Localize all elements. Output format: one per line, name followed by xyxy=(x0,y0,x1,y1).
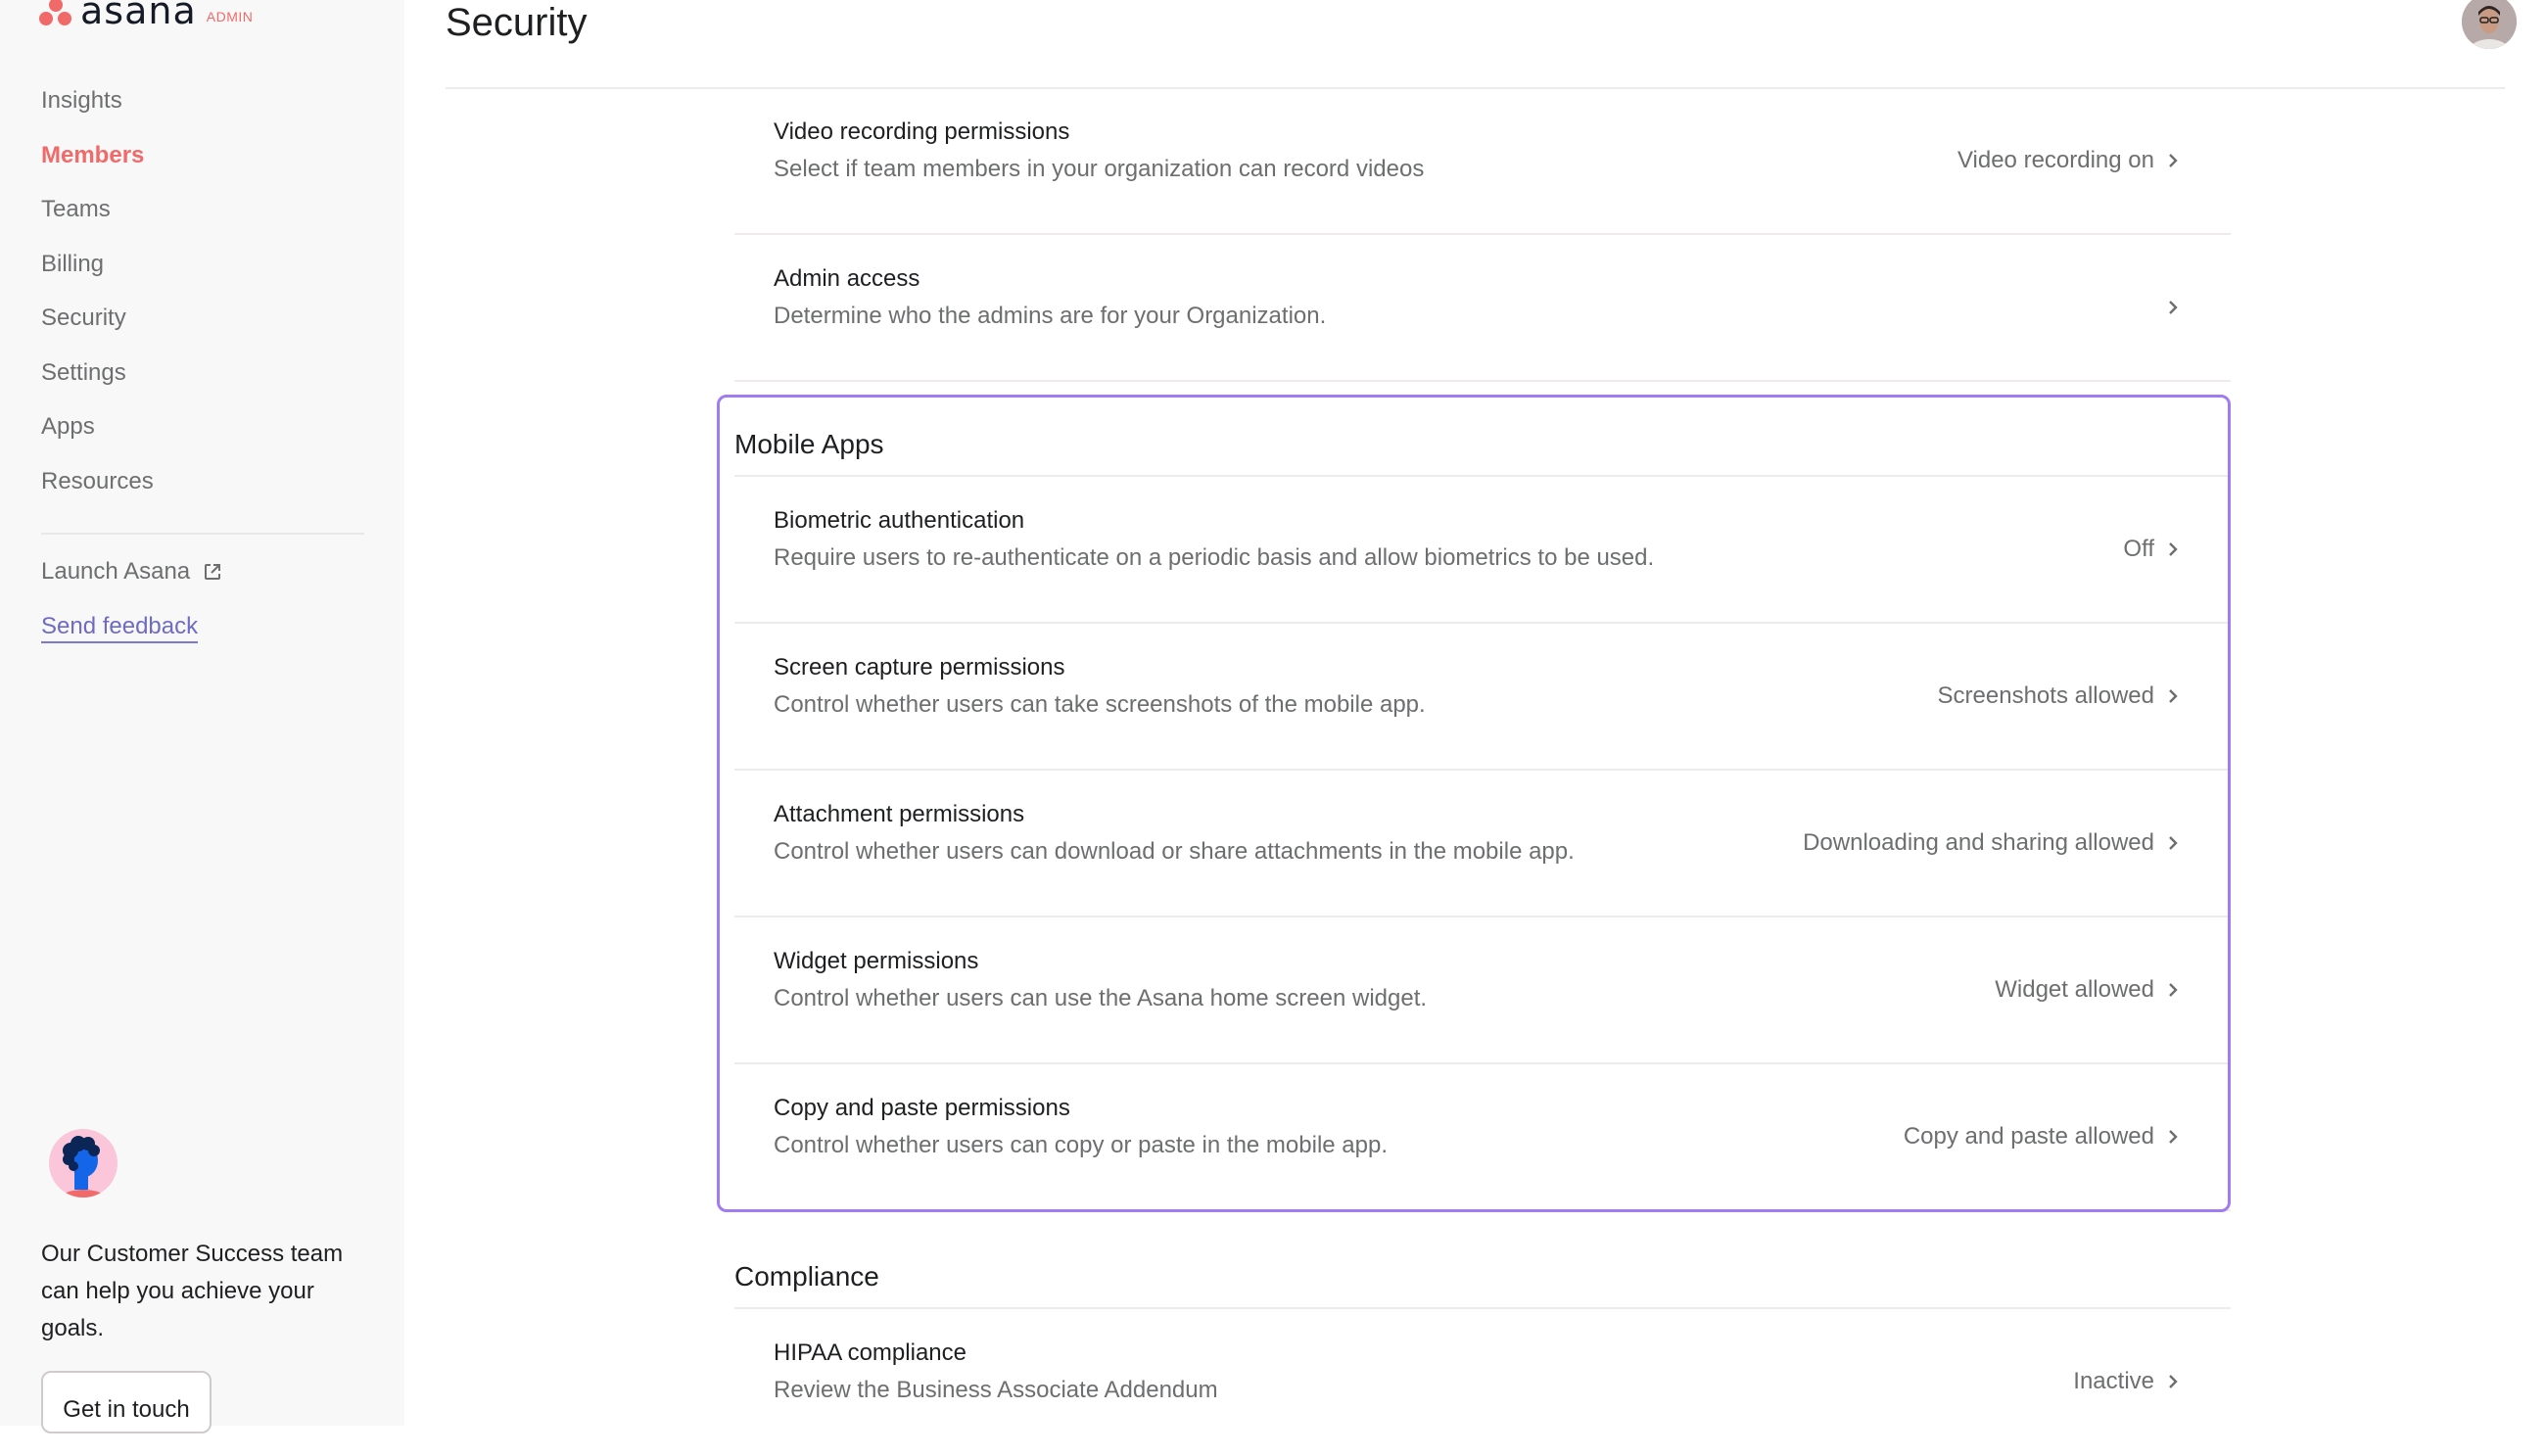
setting-row-widget-permissions[interactable]: Widget permissions Control whether users… xyxy=(734,917,2231,1064)
setting-row-hipaa-compliance[interactable]: HIPAA compliance Review the Business Ass… xyxy=(734,1309,2231,1456)
setting-description: Control whether users can copy or paste … xyxy=(774,1132,1389,1158)
chevron-right-icon xyxy=(2169,983,2178,997)
setting-title: Widget permissions xyxy=(774,948,979,974)
sidebar: asana ADMIN Insights Members Teams Billi… xyxy=(0,0,404,1433)
setting-value: Screenshots allowed xyxy=(1937,682,2154,709)
sidebar-item-billing[interactable]: Billing xyxy=(41,244,154,299)
setting-description: Review the Business Associate Addendum xyxy=(774,1377,1218,1403)
customer-success-illustration xyxy=(49,1129,118,1198)
setting-value: Downloading and sharing allowed xyxy=(1803,829,2154,856)
chevron-right-icon xyxy=(2169,154,2178,167)
section-header-mobile-apps: Mobile Apps xyxy=(734,428,2231,477)
setting-row-attachment-permissions[interactable]: Attachment permissions Control whether u… xyxy=(734,771,2231,917)
setting-row-video-recording[interactable]: Video recording permissions Select if te… xyxy=(734,88,2231,235)
admin-badge: ADMIN xyxy=(206,9,254,24)
setting-title: Copy and paste permissions xyxy=(774,1095,1070,1121)
chevron-right-icon xyxy=(2169,1375,2178,1388)
get-in-touch-button[interactable]: Get in touch xyxy=(41,1371,212,1433)
chevron-right-icon xyxy=(2169,542,2178,556)
sidebar-nav: Insights Members Teams Billing Security … xyxy=(41,80,154,515)
setting-title: HIPAA compliance xyxy=(774,1339,967,1366)
setting-description: Control whether users can use the Asana … xyxy=(774,985,1428,1011)
setting-description: Control whether users can download or sh… xyxy=(774,838,1575,865)
launch-asana-link[interactable]: Launch Asana xyxy=(41,558,221,586)
chevron-right-icon xyxy=(2169,689,2178,703)
setting-title: Biometric authentication xyxy=(774,507,1025,534)
setting-value: Off xyxy=(2123,536,2154,562)
sidebar-item-teams[interactable]: Teams xyxy=(41,189,154,244)
setting-title: Attachment permissions xyxy=(774,801,1025,827)
brand-name: asana xyxy=(80,0,197,32)
chevron-right-icon xyxy=(2169,836,2178,850)
customer-success-text: Our Customer Success team can help you a… xyxy=(41,1241,344,1341)
asana-logo-icon xyxy=(39,0,72,27)
user-avatar[interactable] xyxy=(2462,0,2517,49)
sidebar-item-apps[interactable]: Apps xyxy=(41,406,154,461)
setting-row-screen-capture[interactable]: Screen capture permissions Control wheth… xyxy=(734,624,2231,771)
setting-description: Select if team members in your organizat… xyxy=(774,156,1425,182)
setting-title: Admin access xyxy=(774,265,920,292)
page-title: Security xyxy=(446,1,588,44)
chevron-right-icon xyxy=(2169,301,2178,314)
section-title: Compliance xyxy=(734,1261,879,1292)
sidebar-item-resources[interactable]: Resources xyxy=(41,461,154,516)
chevron-right-icon xyxy=(2169,1130,2178,1144)
setting-value: Inactive xyxy=(2073,1368,2154,1394)
sidebar-item-settings[interactable]: Settings xyxy=(41,352,154,407)
setting-description: Require users to re-authenticate on a pe… xyxy=(774,544,1655,571)
setting-description: Control whether users can take screensho… xyxy=(774,691,1426,718)
setting-row-admin-access[interactable]: Admin access Determine who the admins ar… xyxy=(734,235,2231,382)
section-title: Mobile Apps xyxy=(734,429,884,459)
section-header-compliance: Compliance xyxy=(734,1260,2231,1309)
setting-row-biometric-authentication[interactable]: Biometric authentication Require users t… xyxy=(734,477,2231,624)
external-link-icon xyxy=(205,564,221,580)
setting-value: Copy and paste allowed xyxy=(1903,1123,2154,1150)
setting-title: Video recording permissions xyxy=(774,118,1070,145)
setting-title: Screen capture permissions xyxy=(774,654,1065,681)
setting-row-copy-paste[interactable]: Copy and paste permissions Control wheth… xyxy=(734,1064,2231,1211)
setting-description: Determine who the admins are for your Or… xyxy=(774,303,1327,329)
setting-value: Video recording on xyxy=(1957,147,2154,173)
send-feedback-link[interactable]: Send feedback xyxy=(41,612,199,643)
sidebar-item-insights[interactable]: Insights xyxy=(41,80,154,135)
setting-value: Widget allowed xyxy=(1995,976,2154,1003)
launch-asana-label: Launch Asana xyxy=(41,558,191,585)
asana-logo[interactable]: asana ADMIN xyxy=(39,0,254,32)
sidebar-item-members[interactable]: Members xyxy=(41,135,154,190)
sidebar-item-security[interactable]: Security xyxy=(41,298,154,352)
sidebar-divider xyxy=(41,533,364,535)
